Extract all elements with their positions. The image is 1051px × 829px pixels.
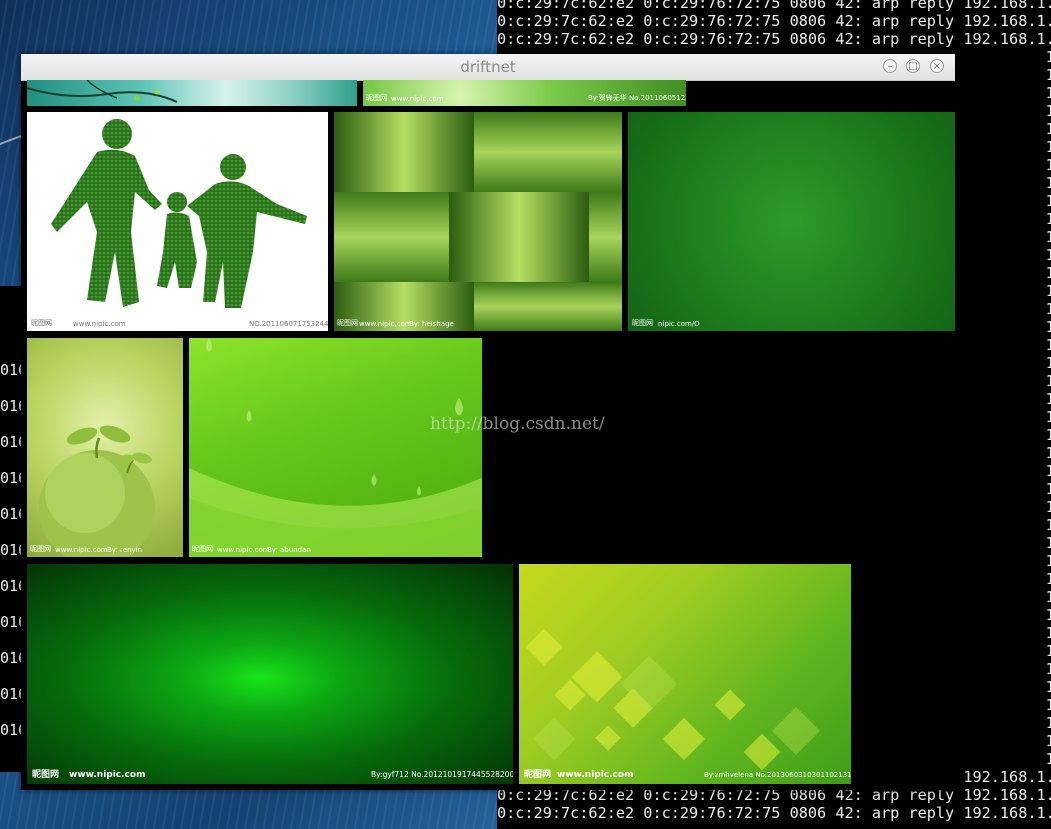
image-tile-woven-green[interactable]: 昵图网 www.nipic.com By: heishage <box>334 112 622 331</box>
watermark-site: www.nipic.com <box>217 546 270 554</box>
watermark-brand: 昵图网 <box>524 770 552 780</box>
watermark-brand: 昵图网 <box>192 545 213 553</box>
watermark-brand: 昵图网 <box>31 319 52 327</box>
watermark-author: By: abundan <box>267 546 311 554</box>
watermark-author: By: heishage <box>409 320 454 328</box>
maximize-icon: □ <box>908 61 918 72</box>
window-titlebar[interactable]: driftnet – □ × <box>21 54 955 81</box>
watermark-brand: 昵图网 <box>366 94 387 102</box>
watermark-site-short: nipic.com/O <box>658 320 700 328</box>
image-tile-green-glow[interactable]: 昵图网 www.nipic.com By:gyf712 No.201210191… <box>27 564 513 784</box>
close-icon: × <box>932 61 942 72</box>
branch-icon <box>27 80 178 103</box>
family-silhouette-icon <box>51 119 307 308</box>
weave-pattern-icon <box>334 112 622 331</box>
watermark-brand: 昵图网 <box>30 545 51 553</box>
diamonds-icon <box>525 628 821 771</box>
image-tile-green-drops[interactable]: 昵图网 www.nipic.com By: abundan <box>189 338 482 557</box>
image-tile-family-silhouette[interactable]: 昵图网 www.nipic.com NO.2011060717532448256… <box>27 112 328 331</box>
watermark-site: www.nipic.com <box>69 770 146 780</box>
watermark-brand: 昵图网 <box>32 770 60 780</box>
image-tile-green-bokeh[interactable]: 昵图网 www.nipic.com By:贺锋无华 No.20110605123… <box>363 80 686 106</box>
image-tile-teal-branch[interactable] <box>27 80 357 106</box>
blog-watermark: http://blog.csdn.net/ <box>430 414 605 434</box>
image-tile-green-texture[interactable]: 昵图网 nipic.com/O <box>628 112 955 331</box>
left-terminal-output: 016 016 016 016 016 016 016 016 016 016 … <box>0 361 23 739</box>
watermark-author: By:gyf712 No.20121019174455282000 <box>371 770 513 779</box>
image-tile-yellow-diamonds[interactable]: 昵图网 www.nipic.com By:zmhvelena No.201306… <box>519 564 851 784</box>
maximize-button[interactable]: □ <box>906 59 920 73</box>
watermark-brand: 昵图网 <box>632 319 653 327</box>
sprout-icon <box>39 425 155 557</box>
watermark-site: www.nipic.com <box>557 770 634 780</box>
image-tile-sprout-apple[interactable]: 昵图网 www.nipic.com By: renyin <box>27 338 183 557</box>
watermark-site: www.nipic.com <box>391 95 444 103</box>
watermark-brand: 昵图网 <box>337 319 358 327</box>
watermark-site: www.nipic.com <box>55 546 108 554</box>
watermark-number: NO.20110607175324482565 <box>249 320 328 328</box>
watermark-site: www.nipic.com <box>73 320 126 328</box>
watermark-author: By:贺锋无华 No.201106051232490 <box>588 94 686 102</box>
watermark-author: By:zmhvelena No.20130603103011021312 <box>704 771 851 779</box>
window-title: driftnet <box>460 58 516 76</box>
watermark-author: By: renyin <box>107 546 143 554</box>
waves-drops-icon <box>189 338 482 557</box>
left-terminal[interactable]: 016 016 016 016 016 016 016 016 016 016 … <box>0 286 23 772</box>
watermark-site: www.nipic.com <box>359 320 412 328</box>
close-button[interactable]: × <box>930 59 944 73</box>
minimize-button[interactable]: – <box>883 59 897 73</box>
minimize-icon: – <box>887 61 893 72</box>
